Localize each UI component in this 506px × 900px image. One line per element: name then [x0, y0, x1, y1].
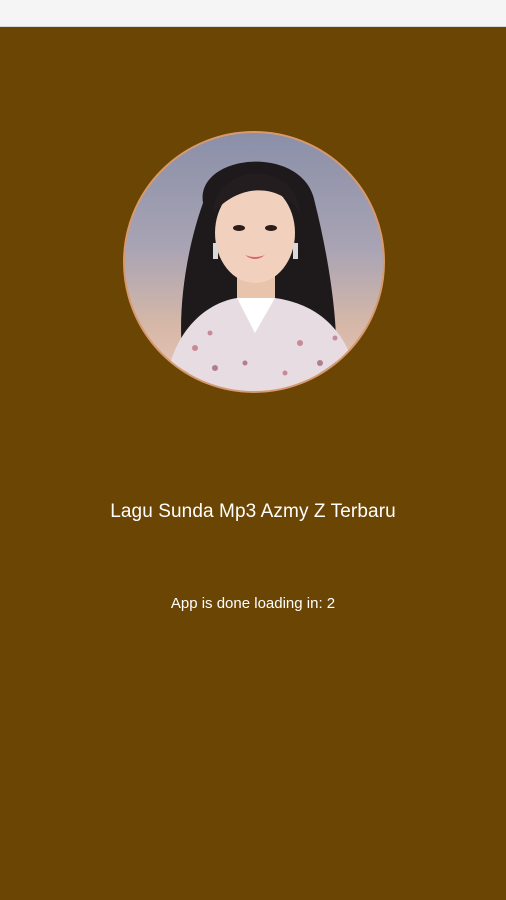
artist-photo-icon	[165, 161, 360, 391]
loading-status-text: App is done loading in: 2	[170, 595, 336, 612]
splash-screen: Lagu Sunda Mp3 Azmy Z Terbaru App is don…	[0, 27, 506, 900]
app-title: Lagu Sunda Mp3 Azmy Z Terbaru	[110, 501, 396, 522]
status-bar	[0, 0, 506, 27]
artist-avatar	[123, 131, 385, 393]
